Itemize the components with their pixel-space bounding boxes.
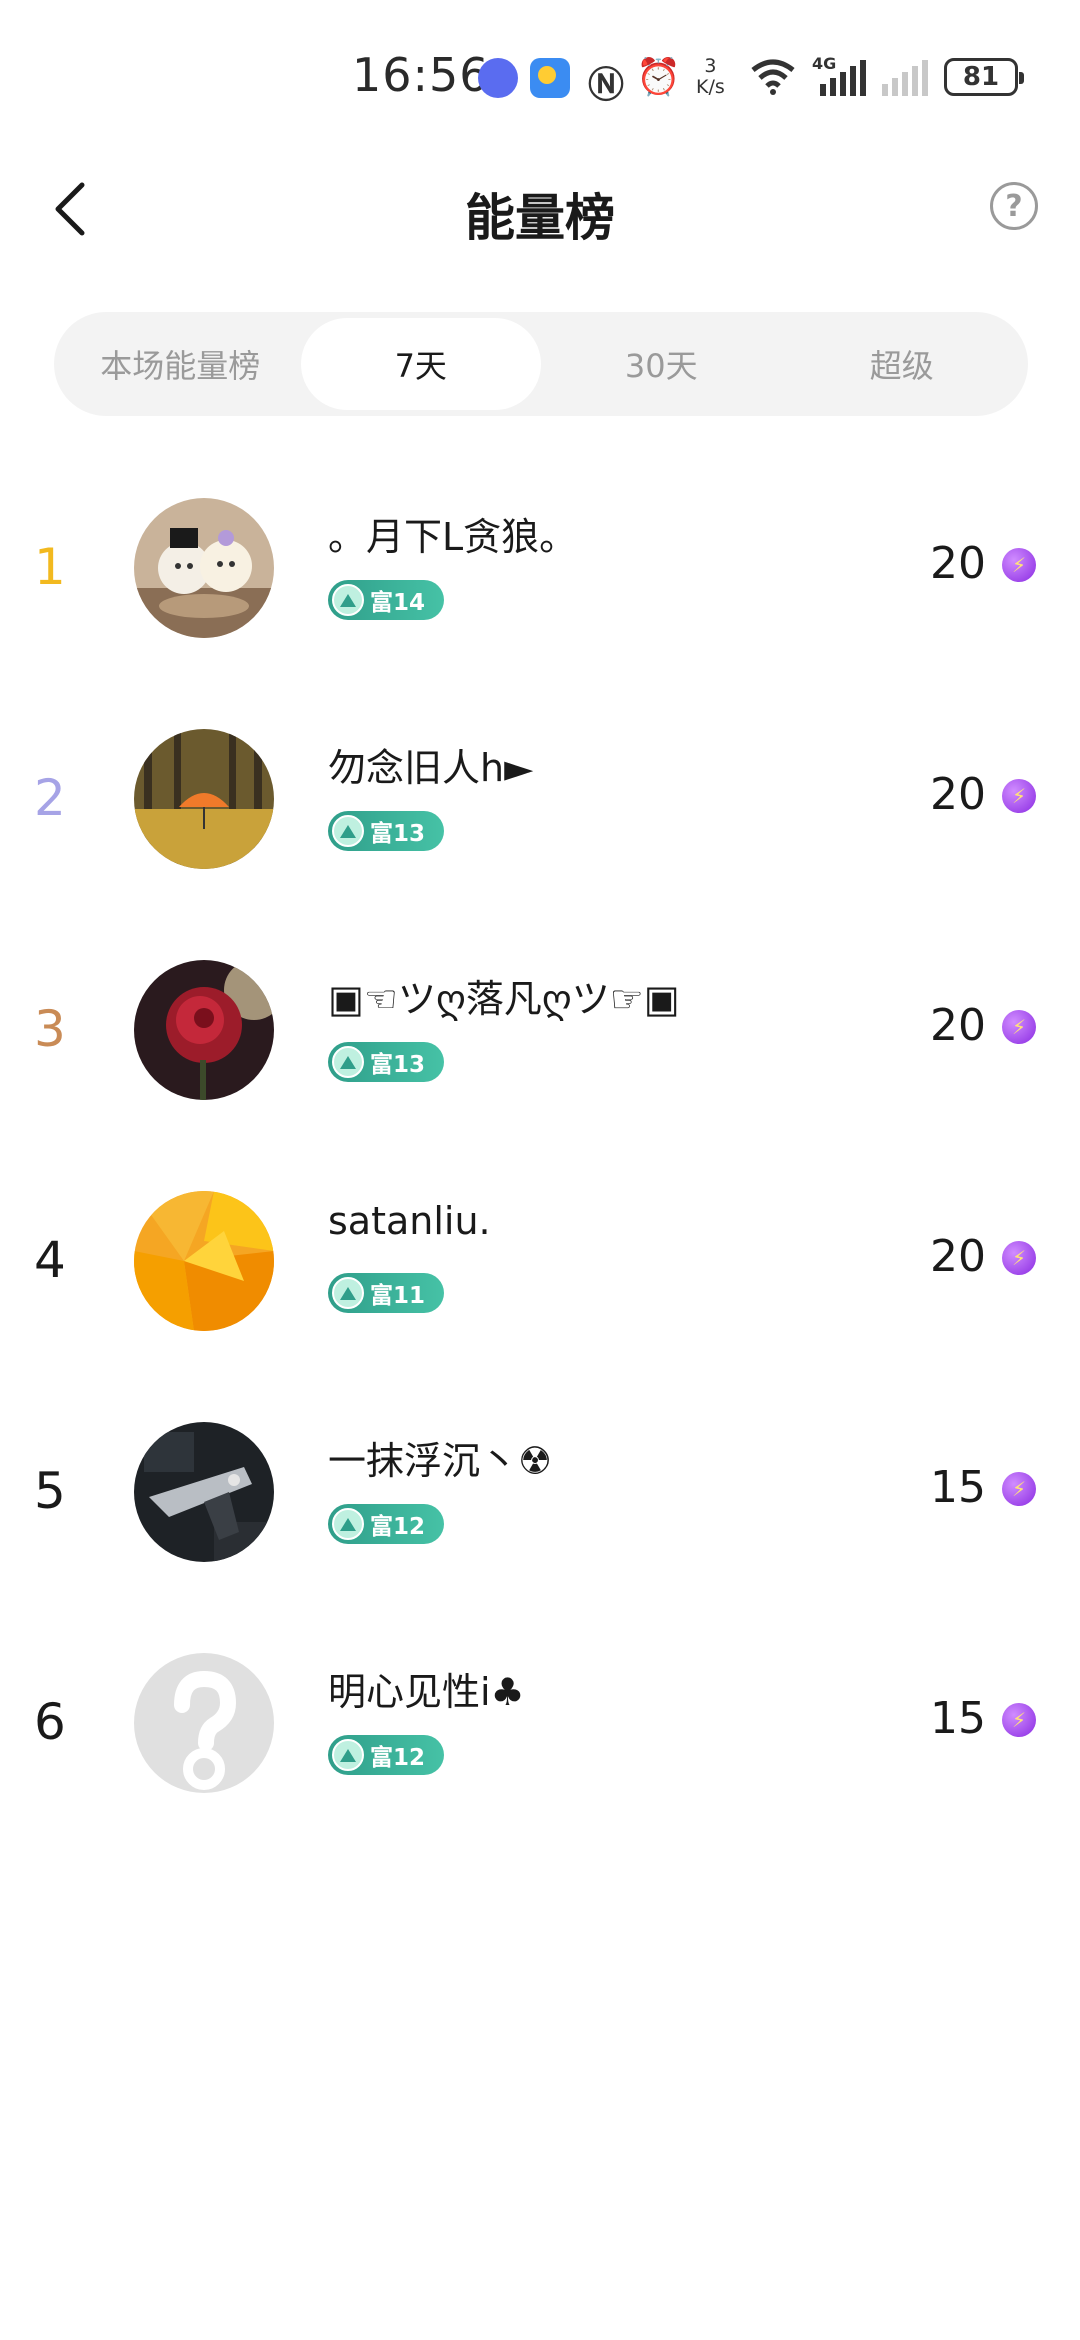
nickname: 一抹浮沉丶☢ xyxy=(328,1439,553,1483)
wealth-level-icon xyxy=(332,584,364,616)
no-signal-icon xyxy=(882,60,928,96)
energy-icon xyxy=(1002,1010,1036,1044)
wealth-level: 富13 xyxy=(370,821,426,847)
weather-app-icon xyxy=(530,58,570,98)
rank-number: 5 xyxy=(34,1462,66,1520)
page-title: 能量榜 xyxy=(465,189,615,247)
status-time: 16:56 xyxy=(352,48,490,102)
wealth-badge: 富12 xyxy=(328,1504,444,1544)
wealth-level-icon xyxy=(332,1277,364,1309)
energy-icon xyxy=(1002,1703,1036,1737)
alarm-icon: ⏰ xyxy=(636,57,681,98)
avatar[interactable] xyxy=(134,1653,274,1793)
avatar[interactable] xyxy=(134,1191,274,1331)
wealth-badge: 富14 xyxy=(328,580,444,620)
tab-current-session[interactable]: 本场能量榜 xyxy=(60,318,301,410)
header: 能量榜 ? xyxy=(0,150,1080,270)
list-item[interactable]: 1 。月下L贪狼。 富14 20 xyxy=(0,462,1080,693)
tab-super[interactable]: 超级 xyxy=(782,318,1023,410)
wealth-badge: 富12 xyxy=(328,1735,444,1775)
avatar[interactable] xyxy=(134,729,274,869)
wealth-level: 富12 xyxy=(370,1745,426,1771)
list-item[interactable]: 3 ▣☜ツღ落凡ღツ☞▣ 富13 20 xyxy=(0,924,1080,1155)
status-bar: 16:56 Ⓝ ⏰ 3 K/s 4G 81 xyxy=(0,0,1080,150)
wealth-badge: 富13 xyxy=(328,811,444,851)
music-app-icon xyxy=(478,58,518,98)
energy-icon xyxy=(1002,1472,1036,1506)
tab-7-days[interactable]: 7天 xyxy=(300,318,541,410)
nickname: 勿念旧人h► xyxy=(328,746,534,790)
energy-icon xyxy=(1002,548,1036,582)
network-speed-value: 3 xyxy=(704,55,717,77)
wealth-level: 富12 xyxy=(370,1514,426,1540)
energy-score: 15 xyxy=(930,1693,986,1744)
rank-number: 4 xyxy=(34,1231,66,1289)
list-item[interactable]: 4 satanliu. 富11 20 xyxy=(0,1155,1080,1386)
wealth-level-icon xyxy=(332,1739,364,1771)
help-button[interactable]: ? xyxy=(990,182,1038,230)
nickname: satanliu. xyxy=(328,1199,491,1243)
tab-30-days[interactable]: 30天 xyxy=(541,318,782,410)
network-speed: 3 K/s xyxy=(696,56,725,98)
avatar[interactable] xyxy=(134,498,274,638)
energy-icon xyxy=(1002,1241,1036,1275)
energy-icon xyxy=(1002,779,1036,813)
energy-score: 20 xyxy=(930,769,986,820)
nickname: 。月下L贪狼。 xyxy=(328,515,578,559)
ranking-list: 1 。月下L贪狼。 富14 20 2 xyxy=(0,462,1080,1848)
nfc-icon: Ⓝ xyxy=(588,65,625,106)
list-item[interactable]: 2 勿念旧人h► 富13 20 xyxy=(0,693,1080,924)
nickname: 明心见性i♣ xyxy=(328,1670,525,1714)
wealth-badge: 富11 xyxy=(328,1273,444,1313)
rank-number: 6 xyxy=(34,1693,66,1751)
wealth-level-icon xyxy=(332,815,364,847)
wealth-level-icon xyxy=(332,1046,364,1078)
wealth-level-icon xyxy=(332,1508,364,1540)
rank-number: 1 xyxy=(34,538,66,596)
network-speed-unit: K/s xyxy=(696,76,725,98)
list-item[interactable]: 6 明心见性i♣ 富12 15 xyxy=(0,1617,1080,1848)
battery-icon: 81 xyxy=(944,58,1024,96)
wealth-level: 富14 xyxy=(370,590,426,616)
avatar[interactable] xyxy=(134,960,274,1100)
rank-number: 3 xyxy=(34,1000,66,1058)
period-tabs: 本场能量榜 7天 30天 超级 xyxy=(54,312,1028,416)
wifi-icon xyxy=(748,56,798,105)
avatar[interactable] xyxy=(134,1422,274,1562)
wealth-level: 富13 xyxy=(370,1052,426,1078)
energy-score: 20 xyxy=(930,1000,986,1051)
list-item[interactable]: 5 一抹浮沉丶☢ 富12 15 xyxy=(0,1386,1080,1617)
energy-score: 20 xyxy=(930,1231,986,1282)
energy-score: 15 xyxy=(930,1462,986,1513)
wealth-level: 富11 xyxy=(370,1283,426,1309)
wealth-badge: 富13 xyxy=(328,1042,444,1082)
energy-score: 20 xyxy=(930,538,986,589)
cellular-signal-icon xyxy=(820,60,866,96)
nickname: ▣☜ツღ落凡ღツ☞▣ xyxy=(328,977,680,1021)
rank-number: 2 xyxy=(34,769,66,827)
